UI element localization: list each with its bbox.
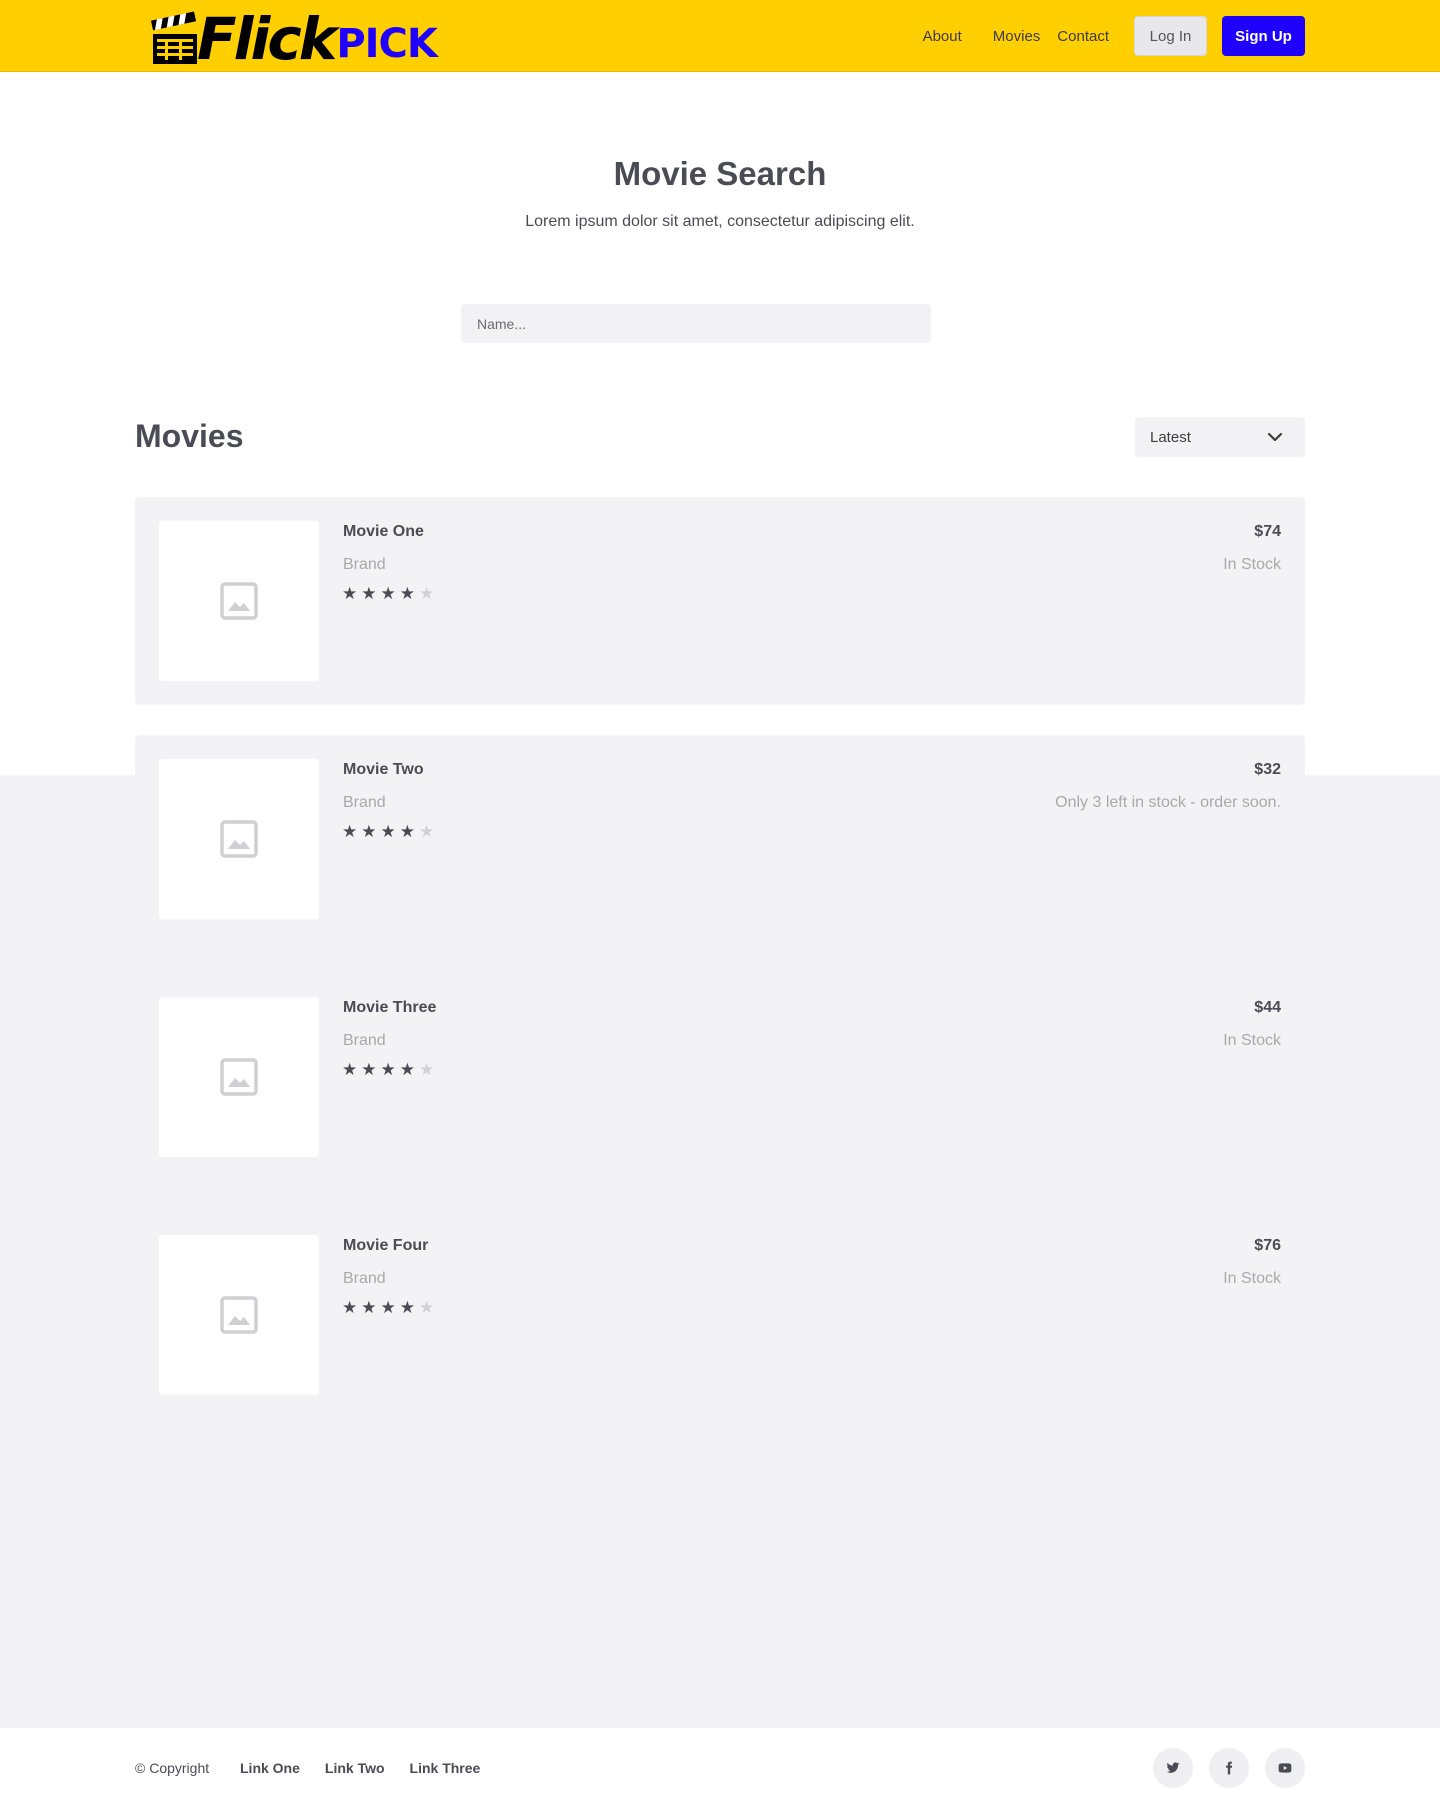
sort-dropdown[interactable]: Latest [1135,417,1305,457]
nav-link-contact[interactable]: Contact [1057,28,1109,45]
facebook-icon [1226,1761,1233,1775]
movie-title[interactable]: Movie Four [343,1237,428,1255]
movie-card[interactable]: Movie Three Brand ★ ★ ★ ★ ★ $44 In Stock [135,973,1305,1181]
chevron-down-icon [1267,432,1283,442]
movie-thumbnail [159,521,319,681]
image-placeholder-icon [220,1058,258,1096]
movie-thumbnail [159,997,319,1157]
sort-selected-value: Latest [1150,428,1191,446]
page-subtitle: Lorem ipsum dolor sit amet, consectetur … [525,213,915,230]
stock-status: Only 3 left in stock - order soon. [1055,794,1281,811]
star-filled-icon: ★ [342,584,358,603]
nav-link-about[interactable]: About [923,28,962,45]
logo[interactable]: Flick PICK [151,5,438,73]
youtube-button[interactable] [1265,1748,1305,1788]
movie-brand: Brand [343,794,386,811]
image-placeholder-icon [220,820,258,858]
star-empty-icon: ★ [419,1060,435,1079]
movie-price: $32 [1254,761,1281,778]
movie-brand: Brand [343,1032,386,1049]
rating-stars: ★ ★ ★ ★ ★ [342,1299,434,1317]
nav-link-movies[interactable]: Movies [993,28,1041,45]
twitter-icon [1166,1762,1180,1773]
movie-card[interactable]: Movie Four Brand ★ ★ ★ ★ ★ $76 In Stock [135,1211,1305,1419]
site-footer: © Copyright Link One Link Two Link Three [0,1728,1440,1808]
movie-brand: Brand [343,1270,386,1287]
star-filled-icon: ★ [361,1298,377,1317]
footer-link-one[interactable]: Link One [240,1760,300,1776]
movie-title[interactable]: Movie Two [343,761,424,779]
clapperboard-icon [151,11,197,64]
logo-accent: PICK [336,21,438,67]
star-filled-icon: ★ [342,1298,358,1317]
movie-title[interactable]: Movie One [343,523,424,541]
copyright-text: © Copyright [135,1760,210,1776]
movie-price: $76 [1254,1237,1281,1254]
image-placeholder-icon [220,582,258,620]
youtube-icon [1278,1763,1292,1773]
rating-stars: ★ ★ ★ ★ ★ [342,823,434,841]
footer-links: Link One Link Two Link Three [240,1760,480,1776]
star-filled-icon: ★ [342,1060,358,1079]
star-filled-icon: ★ [361,584,377,603]
stock-status: In Stock [1223,556,1281,573]
logo-wordmark: Flick [197,5,337,73]
movie-thumbnail [159,759,319,919]
star-filled-icon: ★ [361,822,377,841]
search-input[interactable] [461,304,931,343]
star-filled-icon: ★ [380,822,396,841]
movie-card[interactable]: Movie Two Brand ★ ★ ★ ★ ★ $32 Only 3 left in… [135,735,1305,943]
site-header: Flick PICK About Movies Contact Log In S… [0,0,1440,72]
twitter-button[interactable] [1153,1748,1193,1788]
rating-stars: ★ ★ ★ ★ ★ [342,585,434,603]
star-empty-icon: ★ [419,584,435,603]
page-title: Movie Search [613,155,827,192]
star-filled-icon: ★ [380,1298,396,1317]
stock-status: In Stock [1223,1032,1281,1049]
movie-card[interactable]: Movie One Brand ★ ★ ★ ★ ★ $74 In Stock [135,497,1305,705]
signup-button[interactable]: Sign Up [1222,16,1305,56]
star-filled-icon: ★ [361,1060,377,1079]
movie-price: $44 [1254,999,1281,1016]
star-filled-icon: ★ [342,822,358,841]
image-placeholder-icon [220,1296,258,1334]
movie-price: $74 [1254,523,1281,540]
star-filled-icon: ★ [380,584,396,603]
footer-link-three[interactable]: Link Three [410,1760,481,1776]
movies-heading: Movies [135,418,244,454]
star-empty-icon: ★ [419,822,435,841]
footer-link-two[interactable]: Link Two [325,1760,385,1776]
movie-thumbnail [159,1235,319,1395]
star-filled-icon: ★ [399,584,415,603]
stock-status: In Stock [1223,1270,1281,1287]
login-button[interactable]: Log In [1134,16,1207,56]
star-empty-icon: ★ [419,1298,435,1317]
star-filled-icon: ★ [380,1060,396,1079]
star-filled-icon: ★ [399,822,415,841]
facebook-button[interactable] [1209,1748,1249,1788]
movie-title[interactable]: Movie Three [343,999,436,1017]
main-nav: About Movies Contact Log In Sign Up [923,16,1305,56]
movie-brand: Brand [343,556,386,573]
star-filled-icon: ★ [399,1060,415,1079]
star-filled-icon: ★ [399,1298,415,1317]
social-links [1153,1748,1305,1788]
rating-stars: ★ ★ ★ ★ ★ [342,1061,434,1079]
